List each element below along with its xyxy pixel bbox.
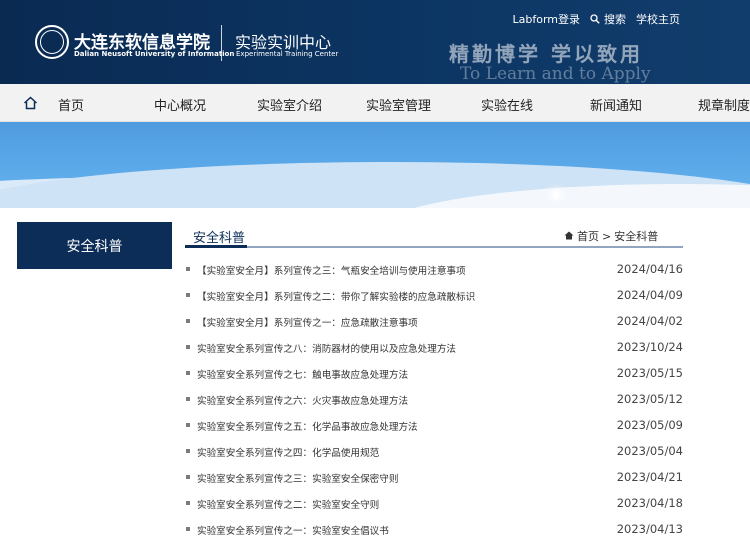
nav-item-lab-intro[interactable]: 实验室介绍	[257, 95, 322, 114]
center-name-en: Experimental Training Center	[236, 50, 339, 58]
list-item[interactable]: 实验室安全系列宣传之六：火灾事故应急处理方法 2023/05/12	[185, 387, 685, 413]
bullet	[186, 397, 190, 401]
article-title[interactable]: 【实验室安全月】系列宣传之三：气瓶安全培训与使用注意事项	[197, 263, 466, 277]
breadcrumb-separator: >	[602, 229, 612, 243]
school-home-link[interactable]: 学校主页	[636, 11, 680, 27]
school-name-en[interactable]: Dalian Neusoft University of Information	[74, 50, 234, 58]
bullet	[186, 527, 190, 531]
article-date: 2024/04/09	[616, 288, 683, 302]
nav-item-center-overview[interactable]: 中心概况	[154, 95, 206, 114]
article-date: 2023/05/04	[616, 444, 683, 458]
list-item[interactable]: 实验室安全系列宣传之一：实验室安全倡议书 2023/04/13	[185, 517, 685, 543]
search-label: 搜索	[604, 13, 626, 26]
article-title[interactable]: 实验室安全系列宣传之四：化学品使用规范	[197, 445, 379, 459]
bullet	[186, 449, 190, 453]
bullet	[186, 293, 190, 297]
main-nav: 首页 中心概况 实验室介绍 实验室管理 实验在线 新闻通知 规章制度	[0, 84, 750, 122]
article-title[interactable]: 实验室安全系列宣传之八：消防器材的使用以及应急处理方法	[197, 341, 456, 355]
breadcrumb-home[interactable]: 首页	[577, 228, 599, 244]
article-title[interactable]: 实验室安全系列宣传之三：实验室安全保密守则	[197, 471, 398, 485]
article-date: 2023/05/15	[616, 366, 683, 380]
breadcrumb-current: 安全科普	[614, 230, 659, 243]
slogan-cn: 精勤博学 学以致用	[449, 42, 643, 66]
home-icon[interactable]	[564, 230, 574, 243]
list-item[interactable]: 【实验室安全月】系列宣传之三：气瓶安全培训与使用注意事项 2024/04/16	[185, 257, 685, 283]
article-title[interactable]: 实验室安全系列宣传之七：触电事故应急处理方法	[197, 367, 408, 381]
bullet	[186, 267, 190, 271]
bullet	[186, 319, 190, 323]
article-date: 2023/04/13	[616, 522, 683, 536]
labform-login-link[interactable]: Labform登录	[513, 11, 581, 27]
article-title[interactable]: 实验室安全系列宣传之一：实验室安全倡议书	[197, 523, 389, 537]
article-title[interactable]: 实验室安全系列宣传之二：实验室安全守则	[197, 497, 379, 511]
site-header: 大连东软信息学院 Dalian Neusoft University of In…	[0, 0, 750, 84]
nav-item-lab-online[interactable]: 实验在线	[481, 95, 533, 114]
nav-item-regulations[interactable]: 规章制度	[698, 95, 750, 114]
section-divider	[185, 246, 683, 248]
top-links: Labform登录 搜索 学校主页	[513, 11, 681, 27]
sidebar-title[interactable]: 安全科普	[17, 222, 172, 269]
bullet	[186, 501, 190, 505]
list-item[interactable]: 实验室安全系列宣传之五：化学品事故应急处理方法 2023/05/09	[185, 413, 685, 439]
list-item[interactable]: 实验室安全系列宣传之三：实验室安全保密守则 2023/04/21	[185, 465, 685, 491]
slogan-en: To Learn and to Apply	[460, 64, 651, 84]
article-title[interactable]: 【实验室安全月】系列宣传之二：带你了解实验楼的应急疏散标识	[197, 289, 475, 303]
bullet	[186, 475, 190, 479]
bullet	[186, 345, 190, 349]
article-date: 2024/04/02	[616, 314, 683, 328]
search-icon	[590, 14, 600, 24]
article-title[interactable]: 【实验室安全月】系列宣传之一：应急疏散注意事项	[197, 315, 418, 329]
article-date: 2023/05/12	[616, 392, 683, 406]
section-title-accent	[185, 245, 247, 248]
article-date: 2024/04/16	[616, 262, 683, 276]
home-icon[interactable]	[23, 95, 38, 114]
logo-divider	[221, 25, 222, 61]
article-title[interactable]: 实验室安全系列宣传之五：化学品事故应急处理方法	[197, 419, 418, 433]
section-title: 安全科普	[193, 231, 246, 246]
nav-item-home[interactable]: 首页	[58, 95, 84, 114]
list-item[interactable]: 实验室安全系列宣传之八：消防器材的使用以及应急处理方法 2023/10/24	[185, 335, 685, 361]
list-item[interactable]: 实验室安全系列宣传之七：触电事故应急处理方法 2023/05/15	[185, 361, 685, 387]
nav-item-news[interactable]: 新闻通知	[590, 95, 642, 114]
school-seal-logo[interactable]	[35, 25, 69, 59]
article-date: 2023/04/18	[616, 496, 683, 510]
list-item[interactable]: 实验室安全系列宣传之二：实验室安全守则 2023/04/18	[185, 491, 685, 517]
article-title[interactable]: 实验室安全系列宣传之六：火灾事故应急处理方法	[197, 393, 408, 407]
list-item[interactable]: 实验室安全系列宣传之四：化学品使用规范 2023/05/04	[185, 439, 685, 465]
nav-item-lab-management[interactable]: 实验室管理	[366, 95, 431, 114]
article-date: 2023/04/21	[616, 470, 683, 484]
bullet	[186, 423, 190, 427]
banner-image	[0, 122, 750, 208]
breadcrumb: 首页 > 安全科普	[564, 228, 658, 244]
article-date: 2023/05/09	[616, 418, 683, 432]
search-link[interactable]: 搜索	[590, 11, 626, 27]
banner-glow	[553, 192, 559, 198]
list-item[interactable]: 【实验室安全月】系列宣传之一：应急疏散注意事项 2024/04/02	[185, 309, 685, 335]
list-item[interactable]: 【实验室安全月】系列宣传之二：带你了解实验楼的应急疏散标识 2024/04/09	[185, 283, 685, 309]
bullet	[186, 371, 190, 375]
article-date: 2023/10/24	[616, 340, 683, 354]
